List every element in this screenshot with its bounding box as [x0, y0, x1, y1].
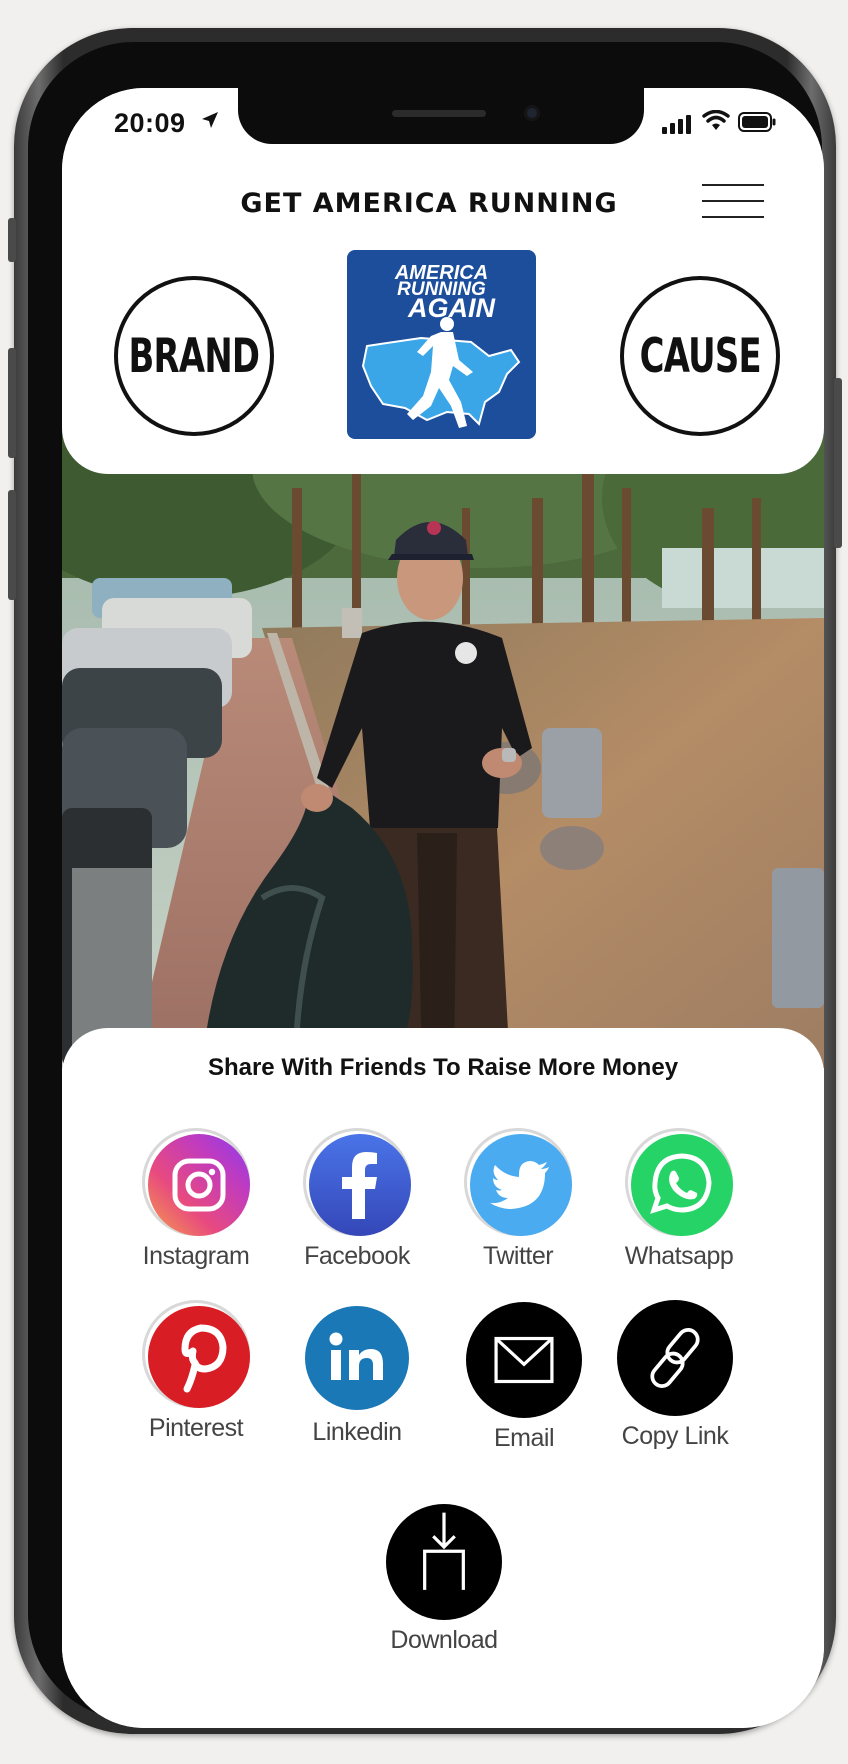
share-pinterest-button[interactable]: Pinterest: [114, 1300, 274, 1460]
share-instagram-label: Instagram: [142, 1242, 250, 1270]
email-icon: [466, 1302, 582, 1418]
location-arrow-icon: [202, 112, 218, 128]
status-time: 20:09: [114, 108, 186, 138]
facebook-icon: [303, 1128, 411, 1236]
download-icon: [386, 1504, 502, 1620]
america-running-again-logo[interactable]: AMERICA RUNNING AGAIN: [347, 250, 536, 439]
us-map-runner-icon: [361, 317, 521, 428]
phone-notch: [238, 88, 644, 144]
share-whatsapp-label: Whatsapp: [624, 1242, 734, 1270]
front-camera: [524, 105, 540, 121]
download-button[interactable]: Download: [362, 1504, 522, 1664]
phone-frame: GET AMERICA RUNNING BRAND AMERICA RUNNIN…: [8, 28, 842, 1734]
share-instagram-button[interactable]: Instagram: [114, 1128, 274, 1288]
wifi-icon: [702, 110, 730, 130]
pinterest-icon: [142, 1300, 250, 1408]
cause-button[interactable]: CAUSE: [620, 276, 780, 436]
instagram-icon: [142, 1128, 250, 1236]
app-header: GET AMERICA RUNNING BRAND AMERICA RUNNIN…: [62, 88, 824, 474]
share-copy-link-label: Copy Link: [621, 1422, 729, 1450]
volume-up-button: [8, 348, 16, 458]
volume-down-button: [8, 490, 16, 600]
speaker-grille: [392, 110, 486, 117]
share-email-button[interactable]: Email: [442, 1302, 602, 1462]
power-button: [834, 378, 842, 548]
hamburger-menu-icon[interactable]: [702, 184, 764, 220]
share-panel: Share With Friends To Raise More Money I…: [62, 1028, 824, 1728]
cause-button-label: CAUSE: [639, 328, 761, 384]
brand-button[interactable]: BRAND: [114, 276, 274, 436]
battery-icon: [738, 112, 776, 132]
status-bar: 20:09: [62, 88, 824, 144]
share-linkedin-label: Linkedin: [312, 1418, 402, 1446]
silent-switch: [8, 218, 16, 262]
brand-button-label: BRAND: [128, 328, 261, 384]
volunteer-photo: [62, 428, 824, 1068]
share-whatsapp-button[interactable]: Whatsapp: [597, 1128, 757, 1288]
share-linkedin-button[interactable]: Linkedin: [275, 1304, 435, 1464]
twitter-icon: [464, 1128, 572, 1236]
linkedin-icon: [303, 1304, 411, 1412]
share-title: Share With Friends To Raise More Money: [207, 1054, 679, 1081]
share-facebook-button[interactable]: Facebook: [275, 1128, 435, 1288]
share-copy-link-button[interactable]: Copy Link: [593, 1300, 753, 1460]
phone-screen: GET AMERICA RUNNING BRAND AMERICA RUNNIN…: [62, 88, 824, 1728]
whatsapp-icon: [625, 1128, 733, 1236]
app-title: GET AMERICA RUNNING: [240, 188, 618, 219]
share-twitter-button[interactable]: Twitter: [436, 1128, 596, 1288]
share-pinterest-label: Pinterest: [148, 1414, 244, 1442]
link-icon: [617, 1300, 733, 1416]
share-email-label: Email: [493, 1424, 555, 1452]
share-facebook-label: Facebook: [304, 1242, 410, 1270]
share-twitter-label: Twitter: [482, 1242, 554, 1270]
download-label: Download: [390, 1626, 498, 1654]
cellular-signal-icon: [662, 115, 691, 134]
